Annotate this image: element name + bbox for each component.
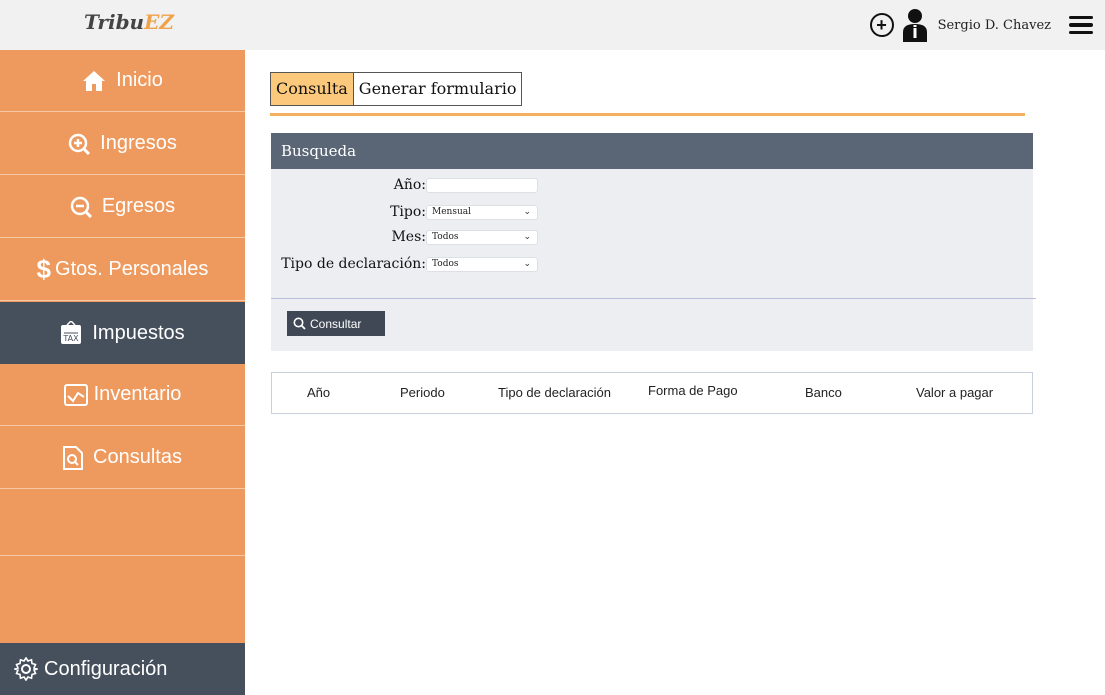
document-search-icon (63, 445, 84, 470)
tipo-declaracion-select[interactable]: Todos ⌄ (426, 257, 538, 272)
brand-accent: EZ (144, 10, 174, 34)
sidebar-item-inventario[interactable]: Inventario (0, 364, 245, 426)
header-actions: + Sergio D. Chavez (869, 8, 1093, 42)
chevron-down-icon: ⌄ (523, 207, 531, 217)
zoom-out-icon (70, 196, 92, 218)
anio-label: Año: (393, 177, 426, 193)
search-panel: Busqueda Año: Tipo: Mensual ⌄ Mes: Todos ⌄… (271, 133, 1036, 351)
hamburger-icon[interactable] (1069, 15, 1093, 35)
sidebar-item-consultas[interactable]: Consultas (0, 427, 245, 489)
panel-divider (271, 298, 1036, 299)
tipo-declaracion-value: Todos (432, 259, 459, 269)
zoom-in-icon (68, 133, 91, 155)
tipo-select[interactable]: Mensual ⌄ (426, 205, 538, 220)
column-header-valor-pagar[interactable]: Valor a pagar (916, 385, 993, 400)
sidebar-item-label: Ingresos (100, 132, 177, 154)
sidebar-item-label: Egresos (101, 195, 176, 217)
sidebar-item-impuestos[interactable]: TAX Impuestos (0, 302, 245, 364)
chevron-down-icon: ⌄ (523, 259, 531, 269)
search-icon (293, 317, 306, 330)
tab-bar: Consulta Generar formulario (270, 72, 523, 106)
sidebar: Inicio Ingresos Egresos $ Gtos. Personal… (0, 50, 245, 695)
chevron-down-icon: ⌄ (523, 232, 531, 242)
username[interactable]: Sergio D. Chavez (938, 18, 1051, 33)
tipo-label: Tipo: (390, 204, 426, 220)
consultar-label: Consultar (310, 316, 362, 331)
gear-icon (14, 657, 38, 681)
sidebar-item-ingresos[interactable]: Ingresos (0, 113, 245, 175)
search-panel-title: Busqueda (271, 133, 1033, 169)
sidebar-empty-slot (0, 494, 245, 556)
tipo-declaracion-label: Tipo de declaración: (281, 256, 426, 272)
tab-underline (270, 113, 1025, 116)
tipo-decl-label-wrap: Tipo de declaración: (271, 256, 426, 274)
sidebar-item-label: Impuestos (92, 321, 185, 344)
top-bar: TribuEZ + Sergio D. Chavez (0, 0, 1105, 50)
tab-generar-formulario[interactable]: Generar formulario (354, 73, 522, 105)
results-table: Año Periodo Tipo de declaración Forma de… (271, 372, 1033, 414)
sidebar-item-gtos-personales[interactable]: $ Gtos. Personales (0, 239, 245, 301)
tax-icon: TAX (60, 321, 82, 345)
anio-label-wrap: Año: (271, 177, 426, 195)
tipo-value: Mensual (432, 207, 471, 217)
mes-label: Mes: (391, 229, 426, 245)
tab-consulta[interactable]: Consulta (271, 73, 354, 105)
svg-text:TAX: TAX (63, 334, 80, 343)
mes-value: Todos (432, 232, 459, 242)
sidebar-item-label: Inicio (116, 69, 163, 91)
sidebar-item-label: Inventario (93, 383, 182, 405)
user-icon[interactable] (902, 8, 928, 42)
column-header-forma-pago[interactable]: Forma de Pago (648, 383, 738, 398)
anio-input[interactable] (426, 178, 538, 193)
sidebar-item-egresos[interactable]: Egresos (0, 176, 245, 238)
mes-label-wrap: Mes: (271, 229, 426, 247)
sidebar-item-label: Consultas (93, 446, 182, 468)
column-header-tipo-declaracion[interactable]: Tipo de declaración (498, 385, 611, 400)
column-header-banco[interactable]: Banco (805, 385, 842, 400)
app-logo[interactable]: TribuEZ (84, 10, 174, 34)
sidebar-item-label: Configuración (44, 657, 168, 680)
mes-select[interactable]: Todos ⌄ (426, 230, 538, 245)
sidebar-empty-slot (0, 557, 245, 619)
sidebar-item-inicio[interactable]: Inicio (0, 50, 245, 112)
sidebar-item-label: Gtos. Personales (55, 258, 209, 280)
brand-main: Tribu (84, 10, 145, 34)
consultar-button[interactable]: Consultar (287, 311, 385, 336)
tipo-label-wrap: Tipo: (271, 204, 426, 222)
sidebar-item-configuracion[interactable]: Configuración (0, 643, 245, 695)
column-header-anio[interactable]: Año (307, 385, 330, 400)
dollar-icon: $ (36, 254, 52, 284)
home-icon (82, 70, 106, 92)
chart-icon (63, 383, 88, 406)
plus-circle-icon[interactable]: + (869, 13, 894, 37)
column-header-periodo[interactable]: Periodo (400, 385, 445, 400)
